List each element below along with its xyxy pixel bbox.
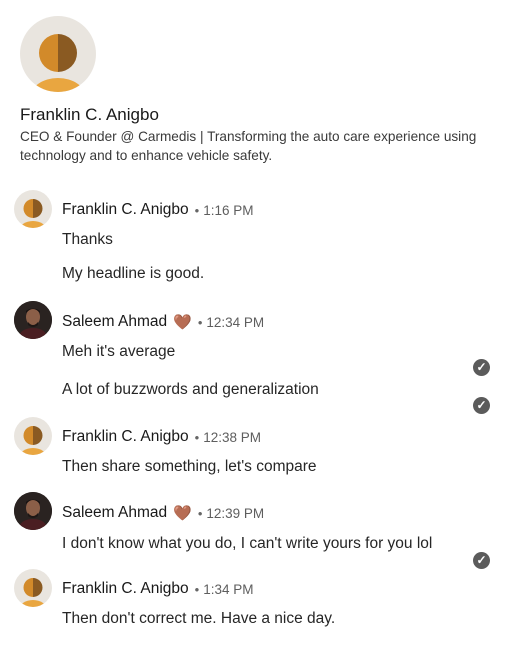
- profile-photo-icon: [14, 492, 52, 530]
- message-text: Then share something, let's compare: [62, 458, 317, 475]
- franklin-avatar[interactable]: [14, 190, 52, 228]
- message-group-header: Saleem Ahmad 🤎 • 12:39 PM: [62, 504, 264, 522]
- profile-avatar[interactable]: [20, 16, 96, 92]
- message-text: Meh it's average: [62, 343, 176, 360]
- message-text: A lot of buzzwords and generalization: [62, 381, 319, 398]
- sender-name[interactable]: Saleem Ahmad: [62, 313, 167, 331]
- heart-icon: 🤎: [173, 314, 192, 331]
- franklin-avatar[interactable]: [14, 417, 52, 455]
- saleem-avatar[interactable]: [14, 492, 52, 530]
- message-group-header: Saleem Ahmad 🤎 • 12:34 PM: [62, 313, 264, 331]
- saleem-avatar[interactable]: [14, 301, 52, 339]
- profile-photo-icon: [14, 301, 52, 339]
- read-receipt-check-icon: ✓: [473, 552, 490, 569]
- separator-dot: •: [194, 202, 200, 218]
- sender-name[interactable]: Franklin C. Anigbo: [62, 580, 189, 598]
- separator-dot: •: [194, 429, 200, 445]
- franklin-avatar[interactable]: [14, 569, 52, 607]
- message-time: 12:39 PM: [206, 505, 265, 521]
- message-time: 1:34 PM: [203, 581, 254, 597]
- profile-name[interactable]: Franklin C. Anigbo: [20, 105, 159, 125]
- message-group-header: Franklin C. Anigbo • 1:16 PM: [62, 201, 254, 219]
- message-time: 12:38 PM: [203, 429, 262, 445]
- message-time: 12:34 PM: [206, 314, 265, 330]
- read-receipt-check-icon: ✓: [473, 397, 490, 414]
- message-text: I don't know what you do, I can't write …: [62, 535, 433, 552]
- message-group-header: Franklin C. Anigbo • 12:38 PM: [62, 428, 261, 446]
- person-placeholder-icon: [19, 578, 47, 607]
- message-time: 1:16 PM: [203, 202, 254, 218]
- person-placeholder-icon: [31, 34, 85, 92]
- sender-name[interactable]: Saleem Ahmad: [62, 504, 167, 522]
- sender-name[interactable]: Franklin C. Anigbo: [62, 428, 189, 446]
- profile-headline: CEO & Founder @ Carmedis | Transforming …: [20, 129, 477, 163]
- separator-dot: •: [194, 581, 200, 597]
- person-placeholder-icon: [19, 426, 47, 455]
- message-text: Then don't correct me. Have a nice day.: [62, 610, 336, 627]
- person-placeholder-icon: [19, 199, 47, 228]
- message-text: My headline is good.: [62, 265, 205, 282]
- read-receipt-check-icon: ✓: [473, 359, 490, 376]
- heart-icon: 🤎: [173, 505, 192, 522]
- sender-name[interactable]: Franklin C. Anigbo: [62, 201, 189, 219]
- separator-dot: •: [197, 505, 203, 521]
- separator-dot: •: [197, 314, 203, 330]
- message-text: Thanks: [62, 231, 113, 248]
- message-group-header: Franklin C. Anigbo • 1:34 PM: [62, 580, 254, 598]
